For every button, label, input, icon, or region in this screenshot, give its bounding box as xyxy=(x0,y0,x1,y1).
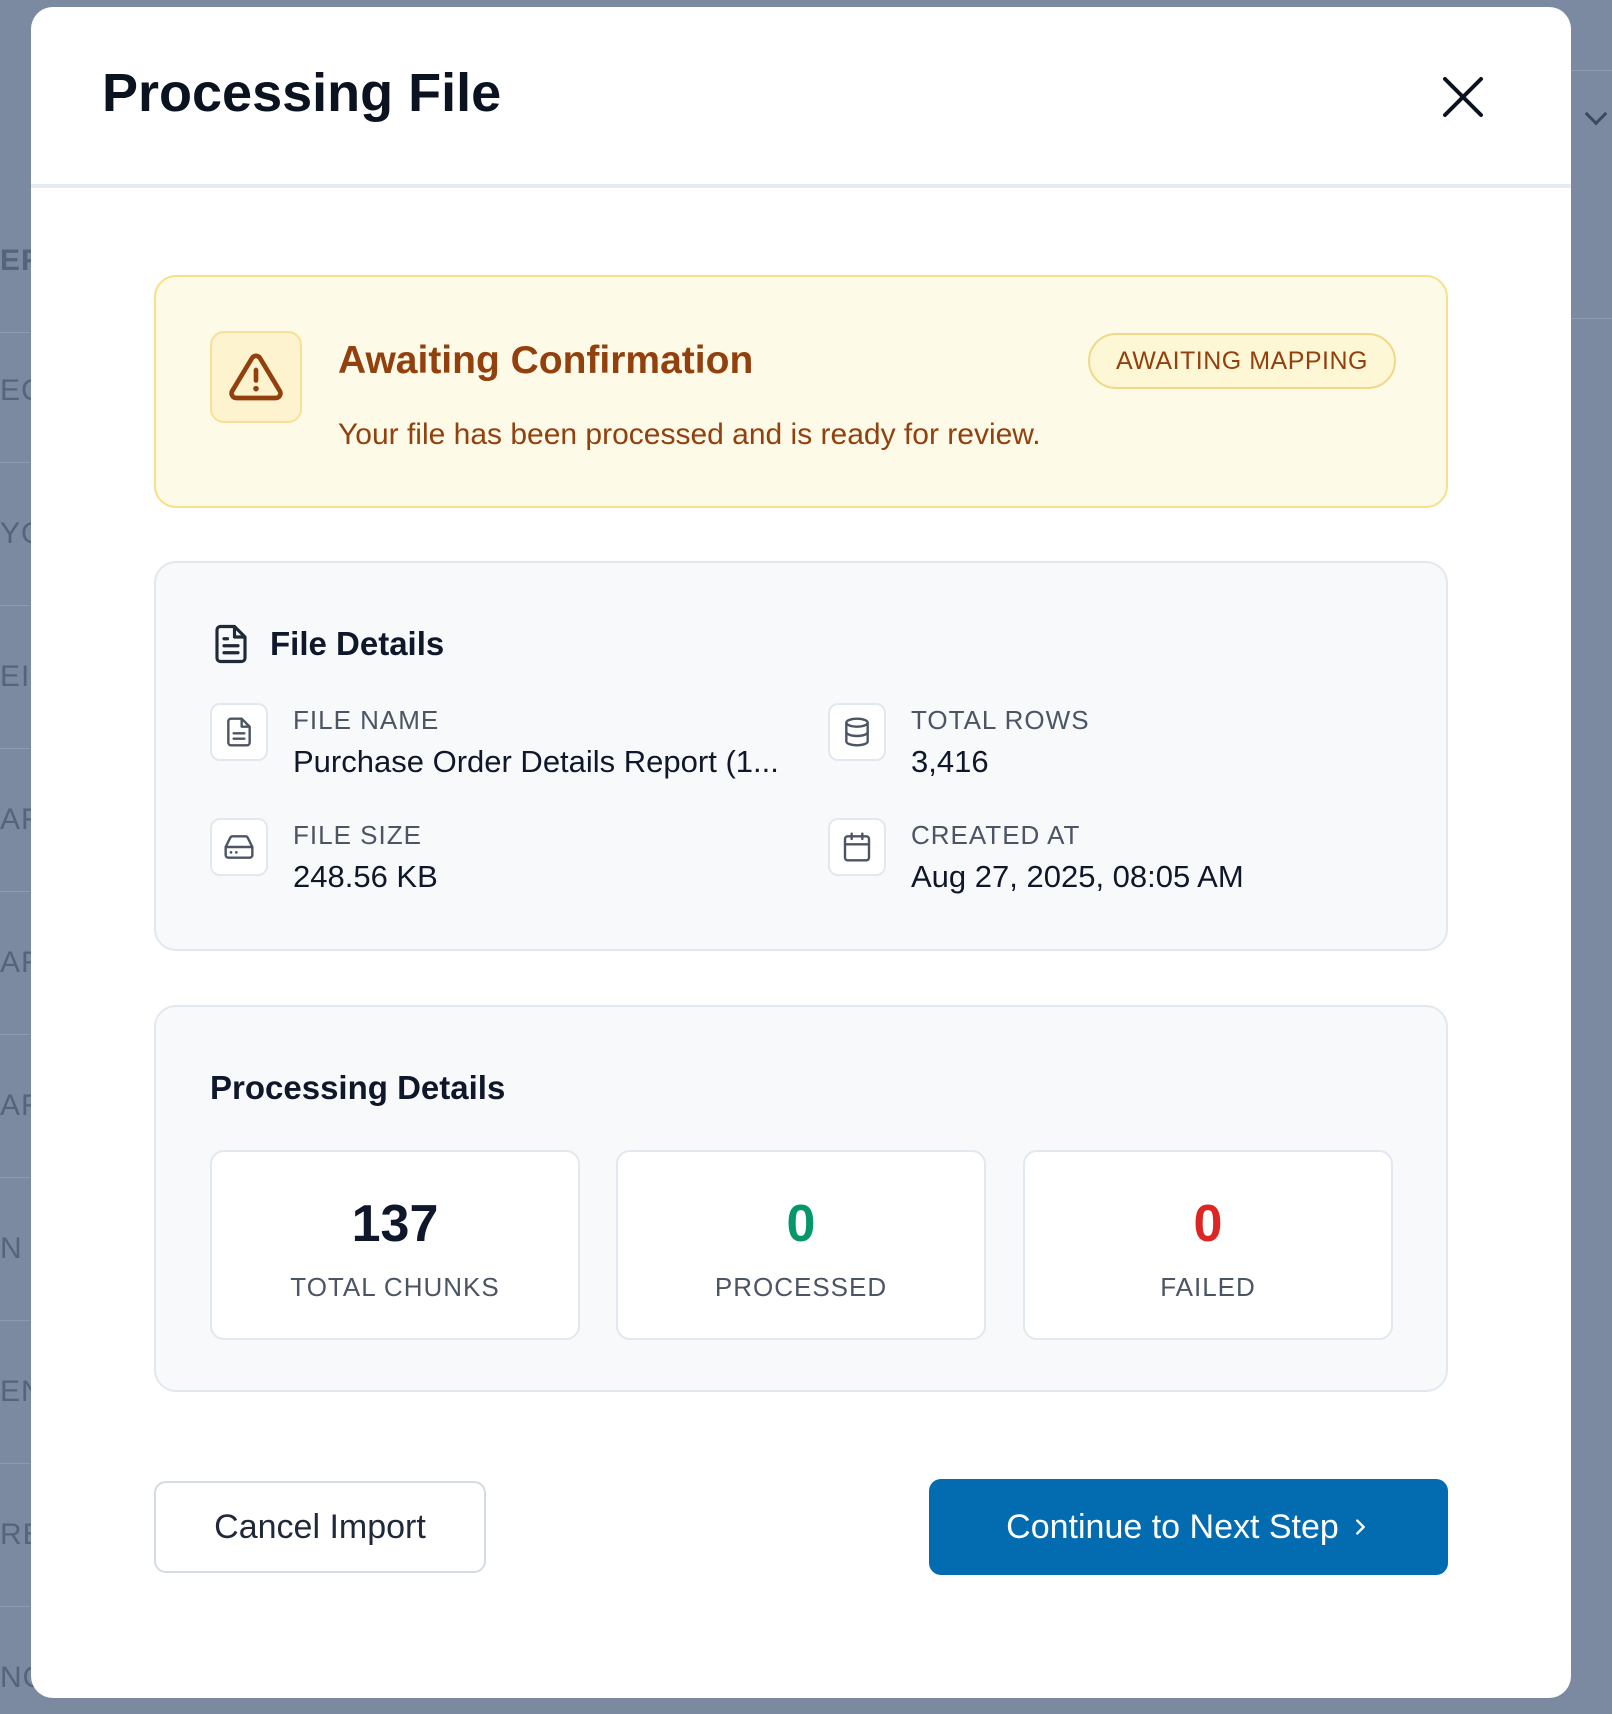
processed-value: 0 xyxy=(786,1195,816,1253)
document-icon xyxy=(215,624,247,664)
processing-details-heading: Processing Details xyxy=(210,1069,505,1107)
awaiting-confirmation-alert: Awaiting Confirmation Your file has been… xyxy=(154,275,1448,508)
cancel-import-label: Cancel Import xyxy=(214,1507,426,1546)
created-at-detail: CREATED AT Aug 27, 2025, 08:05 AM xyxy=(828,818,1388,898)
calendar-icon xyxy=(843,832,871,862)
file-name-detail: FILE NAME Purchase Order Details Report … xyxy=(210,703,779,783)
processed-stat: 0 PROCESSED xyxy=(616,1150,986,1340)
created-at-label: CREATED AT xyxy=(911,820,1081,850)
failed-stat: 0 FAILED xyxy=(1023,1150,1393,1340)
total-chunks-stat: 137 TOTAL CHUNKS xyxy=(210,1150,580,1340)
chevron-down-icon xyxy=(1584,102,1608,126)
warning-triangle-icon xyxy=(229,353,283,401)
database-icon xyxy=(845,717,869,747)
modal-header: Processing File xyxy=(31,7,1571,188)
file-text-icon xyxy=(227,717,251,747)
chevron-right-icon xyxy=(1355,1519,1365,1535)
alert-message: Your file has been processed and is read… xyxy=(338,418,1041,451)
close-button[interactable] xyxy=(1435,69,1491,125)
file-name-value: Purchase Order Details Report (1... xyxy=(293,744,779,779)
file-details-card: File Details FILE NAME Purchase Order De… xyxy=(154,561,1448,951)
alert-title: Awaiting Confirmation xyxy=(338,339,754,382)
alert-icon-box xyxy=(210,331,302,423)
failed-label: FAILED xyxy=(1160,1272,1256,1302)
status-badge: AWAITING MAPPING xyxy=(1088,333,1396,389)
processing-details-title: Processing Details xyxy=(210,1069,506,1106)
file-size-detail: FILE SIZE 248.56 KB xyxy=(210,818,770,898)
created-at-icon-box xyxy=(828,818,886,876)
total-rows-detail: TOTAL ROWS 3,416 xyxy=(828,703,1388,783)
file-size-label: FILE SIZE xyxy=(293,820,422,850)
file-details-heading: File Details xyxy=(210,623,444,665)
total-chunks-label: TOTAL CHUNKS xyxy=(290,1272,500,1302)
total-chunks-value: 137 xyxy=(351,1195,439,1253)
total-rows-value: 3,416 xyxy=(911,744,989,779)
file-size-value: 248.56 KB xyxy=(293,859,438,894)
total-rows-label: TOTAL ROWS xyxy=(911,705,1090,735)
continue-next-step-button[interactable]: Continue to Next Step xyxy=(929,1479,1448,1575)
file-size-icon-box xyxy=(210,818,268,876)
total-rows-icon-box xyxy=(828,703,886,761)
modal-title: Processing File xyxy=(102,63,502,123)
close-icon xyxy=(1443,77,1483,117)
processing-details-card: Processing Details 137 TOTAL CHUNKS 0 PR… xyxy=(154,1005,1448,1392)
processing-file-modal: Processing File Awaiting Confirmation Yo… xyxy=(31,7,1571,1698)
hard-drive-icon xyxy=(224,835,254,859)
file-name-icon-box xyxy=(210,703,268,761)
continue-label: Continue to Next Step xyxy=(1006,1507,1339,1546)
file-name-label: FILE NAME xyxy=(293,705,440,735)
file-details-title: File Details xyxy=(270,625,445,662)
failed-value: 0 xyxy=(1193,1195,1223,1253)
cancel-import-button[interactable]: Cancel Import xyxy=(154,1481,486,1573)
created-at-value: Aug 27, 2025, 08:05 AM xyxy=(911,859,1244,894)
processed-label: PROCESSED xyxy=(714,1272,888,1302)
